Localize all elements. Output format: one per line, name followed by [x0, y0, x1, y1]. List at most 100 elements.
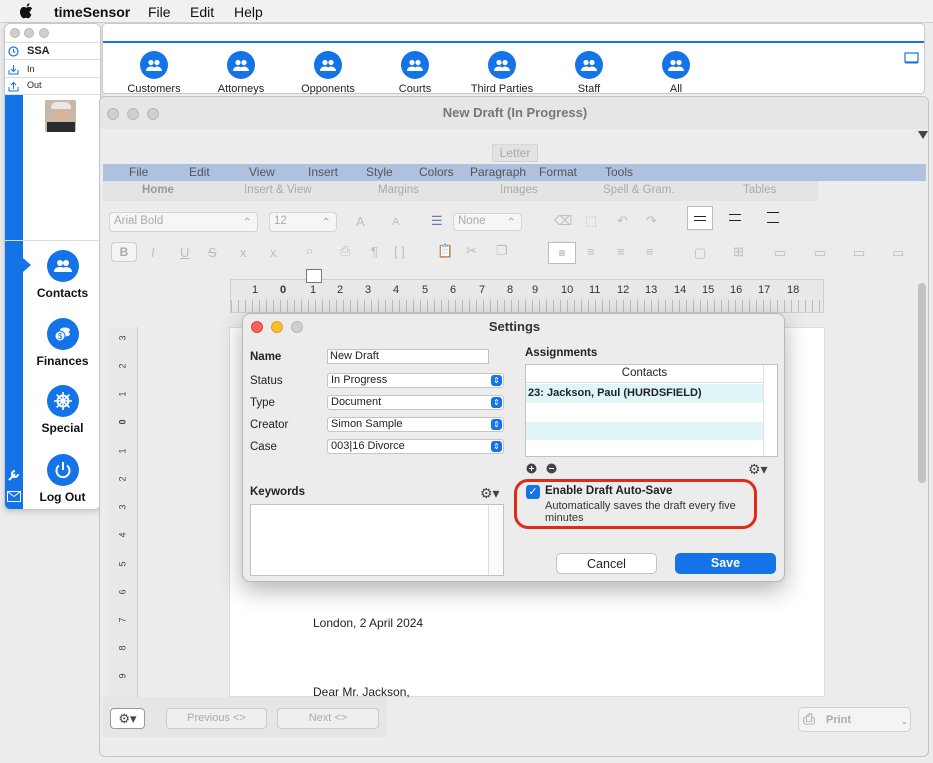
nav-logout[interactable]: Log Out	[23, 454, 100, 504]
minimize-button[interactable]	[127, 108, 139, 120]
autosave-label[interactable]: Enable Draft Auto-Save	[545, 485, 672, 497]
keywords-textarea[interactable]	[250, 504, 504, 576]
status-select[interactable]: In Progress ⇕	[327, 373, 504, 388]
category-customers[interactable]: Customers	[114, 51, 194, 95]
file-menu[interactable]: File	[148, 4, 171, 20]
tab-spell[interactable]: Spell & Gram.	[603, 184, 675, 196]
horizontal-ruler[interactable]: 1 0 1 2 3 4 5 6 7 8 9 10 11 12 13 14 15 …	[230, 269, 824, 313]
close-button[interactable]	[107, 108, 119, 120]
align-right-icon[interactable]: ≡	[617, 244, 625, 259]
disclosure-triangle-icon[interactable]	[918, 131, 928, 140]
menu-colors[interactable]: Colors	[419, 165, 454, 179]
keywords-gear-icon[interactable]: ⚙▾	[480, 485, 500, 502]
redo-icon[interactable]: ↷	[646, 213, 657, 229]
previous-button[interactable]: Previous <>	[166, 708, 267, 729]
table-row[interactable]: 23: Jackson, Paul (HURDSFIELD)	[526, 384, 763, 403]
underline-icon[interactable]: U	[180, 245, 189, 260]
strikethrough-icon[interactable]: S	[208, 245, 217, 260]
tab-margins[interactable]: Margins	[378, 184, 419, 196]
eraser-icon[interactable]: ⌫	[554, 213, 572, 229]
autosave-checkbox[interactable]: ✓	[526, 485, 540, 499]
grow-font-icon[interactable]: A	[356, 214, 365, 229]
wrench-icon[interactable]	[7, 468, 20, 481]
tab-home[interactable]: Home	[142, 184, 174, 196]
paste-icon[interactable]: 📋	[437, 243, 453, 259]
minimize-button[interactable]	[24, 28, 34, 38]
bold-button[interactable]: B	[111, 242, 137, 262]
add-icon[interactable]	[526, 463, 537, 474]
zoom-button[interactable]	[147, 108, 159, 120]
close-button[interactable]	[10, 28, 20, 38]
line-spacing-double[interactable]	[767, 212, 779, 223]
case-select[interactable]: 003|16 Divorce ⇕	[327, 439, 504, 454]
menu-insert[interactable]: Insert	[308, 165, 338, 179]
creator-select[interactable]: Simon Sample ⇕	[327, 417, 504, 432]
align-left-button[interactable]: ≡	[548, 242, 576, 264]
subscript-icon[interactable]: x	[270, 245, 277, 260]
font-select[interactable]: Arial Bold ⌃	[109, 212, 258, 232]
italic-icon[interactable]: I	[151, 245, 155, 260]
remove-icon[interactable]	[546, 463, 557, 474]
line-spacing-onehalf[interactable]	[729, 214, 741, 221]
superscript-icon[interactable]: x	[240, 245, 247, 260]
menu-format[interactable]: Format	[539, 165, 577, 179]
window-icon[interactable]	[904, 52, 919, 64]
category-staff[interactable]: Staff	[549, 51, 629, 95]
nav-special[interactable]: Special	[23, 385, 100, 435]
list-icon[interactable]: ☰	[431, 213, 443, 229]
menu-tools[interactable]: Tools	[605, 165, 633, 179]
frame-icon[interactable]: ▭	[853, 245, 865, 261]
app-menu[interactable]: timeSensor	[54, 4, 130, 20]
select-icon[interactable]: ⬚	[585, 213, 597, 229]
cancel-button[interactable]: Cancel	[556, 553, 657, 574]
shading-icon[interactable]: ▭	[774, 245, 786, 261]
out-item[interactable]: Out	[27, 80, 42, 90]
assignments-gear-icon[interactable]: ⚙▾	[748, 461, 768, 478]
shrink-font-icon[interactable]: A	[392, 216, 399, 228]
menu-style[interactable]: Style	[366, 165, 393, 179]
menu-paragraph[interactable]: Paragraph	[470, 165, 526, 179]
category-third-parties[interactable]: Third Parties	[462, 51, 542, 95]
next-button[interactable]: Next <>	[277, 708, 379, 729]
in-item[interactable]: In	[27, 64, 35, 74]
letter-tab[interactable]: Letter	[492, 144, 538, 162]
help-menu[interactable]: Help	[234, 4, 263, 20]
menu-file[interactable]: File	[129, 165, 148, 179]
table-grid-icon[interactable]: ⊞	[733, 244, 744, 260]
font-size-select[interactable]: 12 ⌃	[269, 212, 337, 232]
mail-icon[interactable]	[7, 491, 21, 502]
pilcrow-icon[interactable]: ¶	[371, 244, 378, 259]
category-courts[interactable]: Courts	[375, 51, 455, 95]
justify-icon[interactable]: ≡	[646, 244, 654, 259]
edit-menu[interactable]: Edit	[190, 4, 214, 20]
zoom-icon[interactable]: ⌕	[306, 243, 313, 259]
copy-icon[interactable]: ❐	[496, 243, 508, 259]
tab-tables[interactable]: Tables	[743, 184, 776, 196]
tab-images[interactable]: Images	[500, 184, 538, 196]
nav-contacts[interactable]: Contacts	[23, 250, 100, 300]
category-opponents[interactable]: Opponents	[288, 51, 368, 95]
category-attorneys[interactable]: Attorneys	[201, 51, 281, 95]
menu-edit[interactable]: Edit	[189, 165, 210, 179]
print-button[interactable]: ⎙ Print ⌄	[798, 707, 911, 732]
contacts-table[interactable]: Contacts 23: Jackson, Paul (HURDSFIELD)	[525, 364, 778, 457]
scissors-icon[interactable]: ✂	[466, 243, 477, 259]
name-field[interactable]: New Draft	[327, 349, 489, 364]
tab-insert-view[interactable]: Insert & View	[244, 184, 312, 196]
gear-menu-button[interactable]: ⚙▾	[110, 708, 145, 729]
color-icon[interactable]: ▭	[892, 245, 904, 261]
menu-view[interactable]: View	[249, 165, 275, 179]
zoom-button[interactable]	[39, 28, 49, 38]
indent-marker[interactable]	[306, 269, 322, 283]
contacts-header[interactable]: Contacts	[526, 365, 763, 383]
undo-icon[interactable]: ↶	[617, 213, 628, 229]
apple-icon[interactable]	[20, 3, 33, 19]
category-all[interactable]: All	[636, 51, 716, 95]
save-button[interactable]: Save	[675, 553, 776, 574]
vertical-scrollbar[interactable]	[918, 283, 926, 483]
fill-icon[interactable]: ▭	[814, 245, 826, 261]
line-spacing-single[interactable]	[687, 206, 713, 230]
type-select[interactable]: Document ⇕	[327, 395, 504, 410]
align-center-icon[interactable]: ≡	[587, 244, 595, 259]
bracket-icon[interactable]: [ ]	[394, 244, 405, 259]
